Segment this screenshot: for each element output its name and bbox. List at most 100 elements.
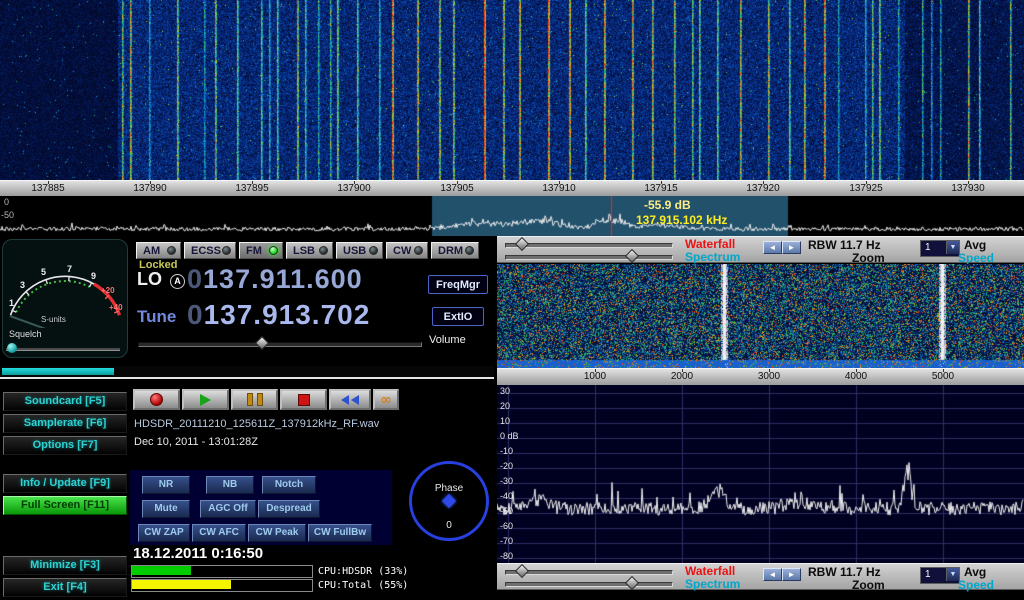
slider-thumb[interactable] <box>625 576 639 590</box>
cw-fullbw-button[interactable]: CW FullBw <box>308 524 372 542</box>
s-meter-tick-label: +20 <box>101 286 115 295</box>
waterfall-label[interactable]: Waterfall <box>685 237 735 251</box>
mode-label: ECSS <box>191 245 221 257</box>
arrow-right-icon[interactable]: ► <box>782 241 801 254</box>
zoom-label[interactable]: Zoom <box>852 578 885 592</box>
af-tick-label: 1000 <box>570 371 620 382</box>
pause-icon <box>247 393 253 406</box>
fullscreen-button[interactable]: Full Screen [F11] <box>3 496 127 515</box>
info-update-button[interactable]: Info / Update [F9] <box>3 474 127 493</box>
slider-thumb[interactable] <box>625 249 639 263</box>
lo-frequency-value: 137.911.600 <box>203 264 363 294</box>
frequency-tick-label: 137915 <box>631 183 691 194</box>
spectrum-label[interactable]: Spectrum <box>685 577 740 591</box>
frequency-tick-label: 137920 <box>733 183 793 194</box>
waterfall-brightness-slider[interactable] <box>505 255 673 260</box>
arrow-left-icon[interactable]: ◄ <box>763 241 782 254</box>
mode-button-ecss[interactable]: ECSS <box>184 242 236 259</box>
cw-peak-button[interactable]: CW Peak <box>248 524 306 542</box>
speed-label[interactable]: Speed <box>958 578 994 592</box>
avg-count-value: 1 <box>925 242 931 253</box>
mute-button[interactable]: Mute <box>142 500 190 518</box>
nr-button[interactable]: NR <box>142 476 190 494</box>
despread-button[interactable]: Despread <box>258 500 320 518</box>
spectrum-label[interactable]: Spectrum <box>685 250 740 264</box>
mode-label: CW <box>393 245 411 257</box>
stop-button[interactable] <box>280 389 327 410</box>
mode-label: DRM <box>438 245 463 257</box>
waterfall-contrast-slider[interactable] <box>505 570 673 575</box>
lo-frequency-display[interactable]: 0137.911.600 <box>187 264 363 295</box>
freqmgr-button[interactable]: FreqMgr <box>428 275 488 294</box>
pause-button[interactable] <box>231 389 278 410</box>
cw-zap-button[interactable]: CW ZAP <box>138 524 190 542</box>
exit-button[interactable]: Exit [F4] <box>3 578 127 597</box>
db-tick-label: 0 dB <box>500 431 519 441</box>
rewind-button[interactable] <box>329 389 371 410</box>
squelch-thumb[interactable] <box>7 343 17 353</box>
mini-spectrum-display[interactable] <box>0 196 1024 236</box>
slider-thumb[interactable] <box>515 237 529 251</box>
volume-thumb[interactable] <box>255 336 269 350</box>
led-icon <box>414 246 423 255</box>
cpu-total-fill <box>132 580 231 589</box>
play-button[interactable] <box>182 389 229 410</box>
waterfall-contrast-slider[interactable] <box>505 243 673 248</box>
db-tick-label: -60 <box>500 521 513 531</box>
recording-date: Dec 10, 2011 - 13:01:28Z <box>134 436 258 448</box>
s-meter-tick-label: 3 <box>20 280 25 290</box>
db-tick-label: -50 <box>500 506 513 516</box>
waterfall-brightness-slider[interactable] <box>505 582 673 587</box>
waterfall-label[interactable]: Waterfall <box>685 564 735 578</box>
led-icon <box>369 246 378 255</box>
db-tick-label: 10 <box>500 416 510 426</box>
avg-count-select[interactable]: 1 ▼ <box>920 567 960 584</box>
nb-button[interactable]: NB <box>206 476 254 494</box>
s-meter-tick-label: 9 <box>91 271 96 281</box>
soundcard-button[interactable]: Soundcard [F5] <box>3 392 127 411</box>
main-waterfall-display[interactable] <box>0 0 1024 180</box>
mini-spectrum-panel[interactable]: 0 -50 -55.9 dB 137.915.102 kHz <box>0 196 1024 236</box>
loop-button[interactable]: ∞ <box>373 389 399 410</box>
tune-frequency-display[interactable]: 0137.913.702 <box>187 299 370 331</box>
squelch-slider[interactable] <box>6 348 120 351</box>
mode-label: LSB <box>293 245 315 257</box>
cw-afc-button[interactable]: CW AFC <box>192 524 246 542</box>
samplerate-button[interactable]: Samplerate [F6] <box>3 414 127 433</box>
options-button[interactable]: Options [F7] <box>3 436 127 455</box>
zoom-label[interactable]: Zoom <box>852 251 885 265</box>
current-datetime: 18.12.2011 0:16:50 <box>133 545 263 562</box>
cursor-freq-readout: 137.915.102 kHz <box>636 213 727 227</box>
mode-button-am[interactable]: AM <box>136 242 181 259</box>
slider-thumb[interactable] <box>515 564 529 578</box>
speed-label[interactable]: Speed <box>958 251 994 265</box>
mode-button-usb[interactable]: USB <box>336 242 383 259</box>
recording-filename: HDSDR_20111210_125611Z_137912kHz_RF.wav <box>134 418 379 430</box>
frequency-tick-label: 137885 <box>18 183 78 194</box>
arrow-right-icon[interactable]: ► <box>782 568 801 581</box>
cpu-total-bar <box>131 579 313 592</box>
af-spectrum-display[interactable] <box>497 385 1024 563</box>
mode-button-drm[interactable]: DRM <box>431 242 479 259</box>
tune-frequency-prefix: 0 <box>187 299 204 330</box>
arrow-left-icon[interactable]: ◄ <box>763 568 782 581</box>
cpu-total-label: CPU:Total (55%) <box>318 580 408 591</box>
frequency-tick-label: 137905 <box>427 183 487 194</box>
record-button[interactable] <box>133 389 180 410</box>
play-icon <box>200 394 211 406</box>
af-spectrum-panel[interactable]: 30 20 10 0 dB -10 -20 -30 -40 -50 -60 -7… <box>497 385 1024 563</box>
right-top-control-strip: Waterfall Spectrum ◄ ► RBW 11.7 Hz Zoom … <box>497 236 1024 263</box>
notch-button[interactable]: Notch <box>262 476 316 494</box>
af-waterfall-display[interactable] <box>497 264 1024 368</box>
mode-button-lsb[interactable]: LSB <box>286 242 333 259</box>
volume-slider[interactable] <box>138 342 422 347</box>
db-tick-label: -30 <box>500 476 513 486</box>
mode-button-fm[interactable]: FM <box>239 242 283 259</box>
lo-lock-button[interactable]: A <box>170 274 185 289</box>
avg-count-select[interactable]: 1 ▼ <box>920 240 960 257</box>
mode-button-cw[interactable]: CW <box>386 242 428 259</box>
extio-button[interactable]: ExtIO <box>432 307 484 326</box>
minimize-button[interactable]: Minimize [F3] <box>3 556 127 575</box>
agc-button[interactable]: AGC Off <box>200 500 256 518</box>
rewind-icon <box>341 395 349 405</box>
